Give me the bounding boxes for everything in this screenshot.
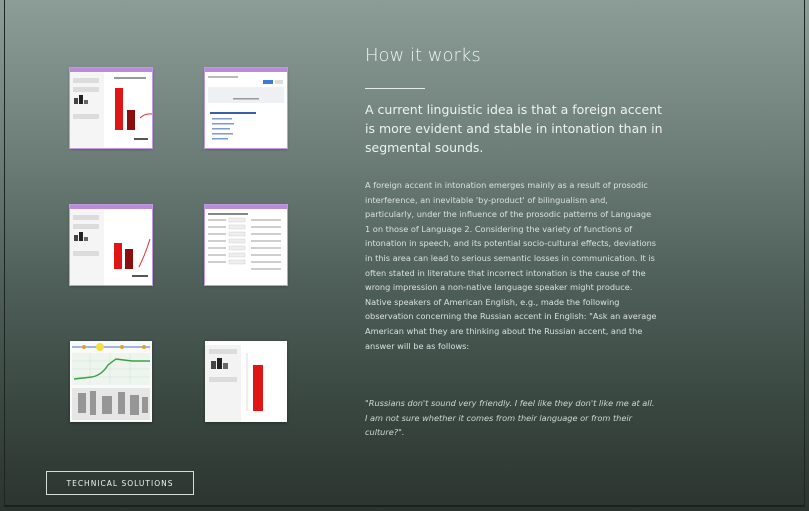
body-paragraph: A foreign accent in intonation emerges m…	[365, 180, 657, 351]
screenshot-thumbnail-1[interactable]	[69, 67, 153, 149]
lead-paragraph: A current linguistic idea is that a fore…	[365, 102, 663, 155]
settings-form-graphic	[208, 213, 281, 270]
app-preview-graphic	[205, 341, 287, 422]
app-preview-graphic	[70, 72, 152, 148]
quote-paragraph: "Russians don't sound very friendly. I f…	[365, 398, 655, 438]
section-heading: How it works	[365, 45, 481, 66]
screenshot-thumbnail-5[interactable]	[70, 341, 152, 422]
screenshot-thumbnail-6[interactable]	[205, 341, 287, 422]
screenshot-thumbnail-2[interactable]: English	[204, 67, 288, 149]
tones-list-graphic	[208, 76, 284, 140]
screenshot-thumbnail-3[interactable]	[69, 204, 153, 286]
app-preview-graphic	[70, 209, 151, 285]
pitch-spectrogram-graphic	[70, 341, 152, 422]
technical-solutions-button[interactable]: TECHNICAL SOLUTIONS	[46, 471, 194, 495]
screenshot-thumbnail-4[interactable]	[204, 204, 288, 286]
heading-underline	[365, 88, 425, 89]
